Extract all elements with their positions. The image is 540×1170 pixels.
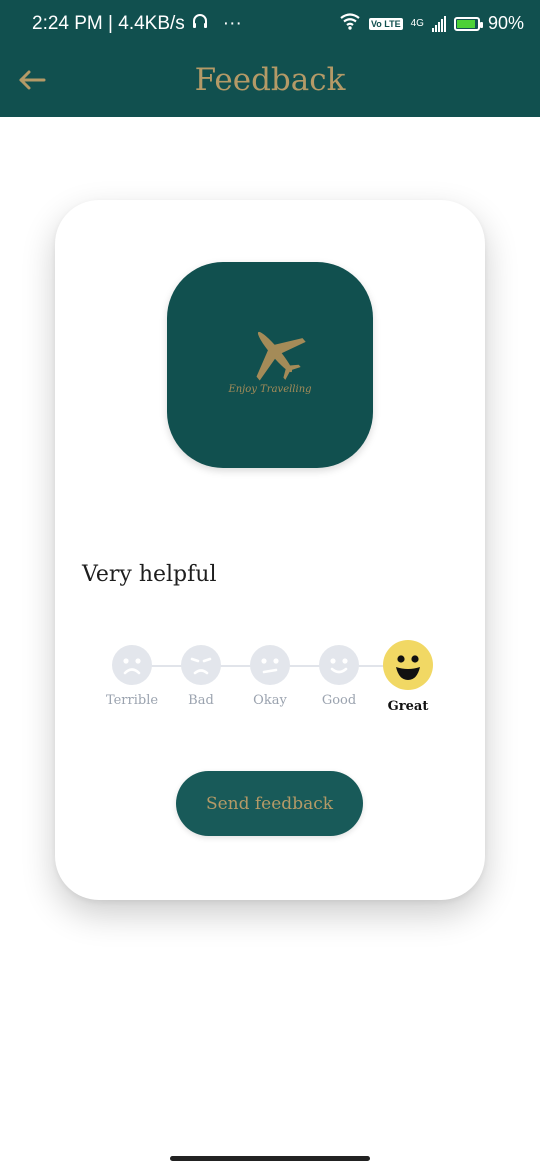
signal-icon [431, 15, 446, 32]
emoji-bad[interactable] [181, 645, 221, 685]
battery-level-fill [456, 19, 475, 28]
emoji-great[interactable] [383, 640, 433, 690]
emoji-label-great: Great [387, 699, 429, 714]
headphones-icon [191, 12, 209, 36]
volte-badge: Vo LTE [368, 17, 403, 30]
battery-icon [453, 16, 483, 31]
emoji-terrible[interactable] [112, 645, 152, 685]
status-right: Vo LTE 4G 90% [339, 12, 524, 35]
status-left: 2:24 PM | 4.4KB/s ··· [32, 12, 242, 36]
feedback-card: Enjoy Travelling Very helpful Terrible B… [55, 200, 485, 900]
emoji-good[interactable] [319, 645, 359, 685]
battery-text: 90% [487, 13, 524, 33]
network-label: 4G [410, 18, 424, 29]
status-time-speed: 2:24 PM | 4.4KB/s [32, 13, 185, 34]
app-bar: 2:24 PM | 4.4KB/s ··· Vo LTE 4G 90% Feed… [0, 0, 540, 117]
logo-caption: Enjoy Travelling [228, 384, 312, 395]
app-logo: Enjoy Travelling [167, 262, 373, 468]
page-title: Feedback [194, 62, 346, 98]
rating-bar: Terrible Bad Okay Good Great [55, 640, 485, 720]
home-indicator[interactable] [170, 1156, 370, 1161]
send-feedback-button[interactable]: Send feedback [176, 771, 363, 836]
wifi-icon [339, 12, 361, 35]
airplane-icon [240, 317, 310, 387]
status-bar: 2:24 PM | 4.4KB/s ··· Vo LTE 4G 90% [0, 0, 540, 50]
status-dots: ··· [222, 13, 242, 34]
emoji-okay[interactable] [250, 645, 290, 685]
rating-description: Very helpful [82, 562, 217, 587]
